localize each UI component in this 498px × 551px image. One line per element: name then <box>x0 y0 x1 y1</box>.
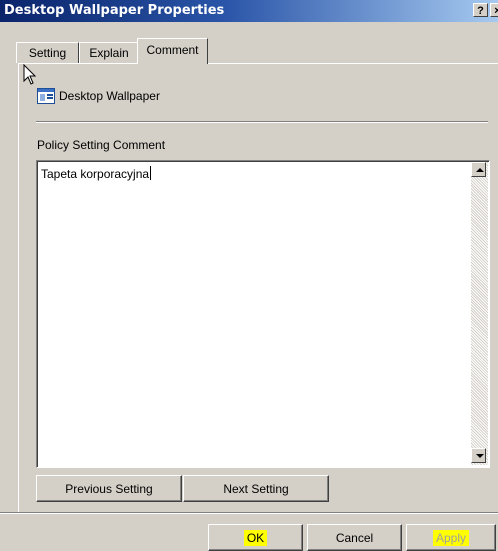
policy-setting-icon <box>37 88 55 107</box>
apply-label: Apply <box>432 529 470 546</box>
ok-button[interactable]: OK <box>208 524 303 551</box>
previous-setting-button[interactable]: Previous Setting <box>36 475 182 502</box>
next-setting-button[interactable]: Next Setting <box>183 475 329 502</box>
comment-label: Policy Setting Comment <box>37 138 166 152</box>
divider <box>36 121 488 123</box>
comment-text: Tapeta korporacyjna <box>41 166 152 181</box>
apply-button[interactable]: Apply <box>406 524 496 551</box>
tab-comment[interactable]: Comment <box>137 38 208 64</box>
ok-label: OK <box>243 529 268 546</box>
mouse-cursor-icon <box>23 63 37 89</box>
arrow-down-icon <box>476 454 484 458</box>
help-button[interactable]: ? <box>473 3 488 17</box>
footer-divider <box>0 512 498 514</box>
scroll-up-button[interactable] <box>471 162 486 177</box>
title-bar: Desktop Wallpaper Properties ? × <box>0 0 498 22</box>
policy-name: Desktop Wallpaper <box>59 89 160 103</box>
tab-explain-label: Explain <box>89 46 129 60</box>
comment-textarea[interactable]: Tapeta korporacyjna <box>36 160 490 468</box>
text-caret <box>150 166 152 180</box>
cancel-button[interactable]: Cancel <box>307 524 402 551</box>
window-title: Desktop Wallpaper Properties <box>4 3 225 18</box>
vertical-scrollbar[interactable] <box>471 162 488 465</box>
cancel-label: Cancel <box>335 530 374 545</box>
tab-comment-label: Comment <box>146 43 199 57</box>
scroll-down-button[interactable] <box>471 448 486 463</box>
tab-explain[interactable]: Explain <box>79 42 139 63</box>
arrow-up-icon <box>476 168 484 172</box>
tab-setting[interactable]: Setting <box>16 42 79 63</box>
close-button[interactable]: × <box>490 3 498 17</box>
tab-setting-label: Setting <box>28 46 67 60</box>
